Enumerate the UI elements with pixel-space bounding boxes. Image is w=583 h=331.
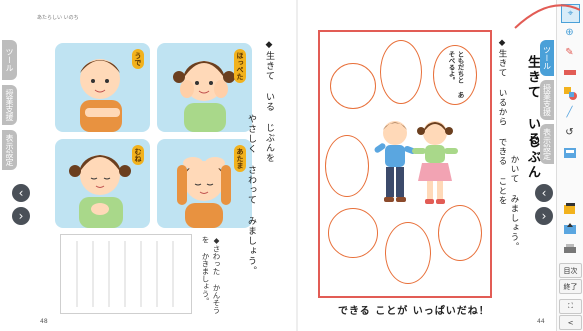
chevron-left-icon: ‹ xyxy=(18,186,24,200)
chevron-left-icon: ‹ xyxy=(541,186,547,200)
pen-icon[interactable]: ✎ xyxy=(561,44,578,61)
prev-page-button-right[interactable]: ‹ xyxy=(535,184,553,202)
annotation-arc xyxy=(514,4,580,29)
tab-lesson-support-left[interactable]: 授業支援 xyxy=(2,85,17,125)
exit-label: 終了 xyxy=(563,282,578,291)
page-number-right: 44 xyxy=(537,318,545,325)
tab-label: 授業支援 xyxy=(5,89,14,121)
tab-label: 授業支援 xyxy=(542,84,552,116)
left-heading-line-2: やさしく さわって みましょう。 xyxy=(246,114,256,276)
body-part-label: むね xyxy=(132,145,144,165)
tab-tools-right[interactable]: ツール xyxy=(540,40,554,76)
contents-label: 目次 xyxy=(563,266,578,275)
card-cheek: ほっぺた xyxy=(157,43,252,132)
tab-tools-left[interactable]: ツール xyxy=(2,40,17,80)
writing-box[interactable] xyxy=(60,234,192,314)
speech-bubble-empty[interactable] xyxy=(325,135,369,197)
shapes-icon[interactable] xyxy=(561,84,578,101)
tab-label: 表示設定 xyxy=(542,128,552,160)
body-part-label: ほっぺた xyxy=(234,49,246,83)
page-gutter xyxy=(296,0,298,331)
body-part-label: うで xyxy=(132,49,144,69)
page-number-left: 48 xyxy=(40,318,48,325)
prev-page-button[interactable]: ‹ xyxy=(12,184,30,202)
instruction-line-1: ◆生きて いるから できる ことを xyxy=(497,38,507,206)
next-page-button-left[interactable]: › xyxy=(12,207,30,225)
speech-bubble-empty[interactable] xyxy=(328,208,378,258)
speech-bubble-empty[interactable] xyxy=(330,63,376,109)
chevron-right-icon: › xyxy=(18,209,24,223)
writing-lines xyxy=(76,241,174,307)
card-head: あたま xyxy=(157,139,252,228)
footer-caption: できる ことが いっぱいだね！ xyxy=(338,306,490,317)
children-illustration xyxy=(374,121,458,204)
next-page-button[interactable]: › xyxy=(535,207,553,225)
print-icon[interactable] xyxy=(561,240,578,257)
card-arm: うで xyxy=(55,43,150,132)
running-title: あたらしい いのち xyxy=(37,15,79,21)
chevron-left-icon: < xyxy=(567,318,574,327)
marker-icon[interactable] xyxy=(561,64,578,81)
speech-bubble-text: ともだちと あそべるよ。 xyxy=(447,51,464,98)
fullscreen-button[interactable]: ⛶ xyxy=(559,299,582,314)
speech-bubble-empty[interactable] xyxy=(385,222,431,284)
chevron-right-icon: › xyxy=(541,209,547,223)
contents-button[interactable]: 目次 xyxy=(559,263,582,278)
speech-bubble-empty[interactable] xyxy=(380,40,422,104)
undo-icon[interactable]: ↺ xyxy=(561,124,578,141)
instruction-line-2: かいて みましょう。 xyxy=(509,155,519,252)
tab-display-settings-left[interactable]: 表示設定 xyxy=(2,130,17,170)
card-chest: むね xyxy=(55,139,150,228)
mask-icon[interactable] xyxy=(561,144,578,161)
tab-label: ツール xyxy=(5,48,14,72)
fullscreen-icon: ⛶ xyxy=(568,302,573,310)
sticky-icon[interactable] xyxy=(561,200,578,217)
tab-label: ツール xyxy=(542,46,552,70)
export-icon[interactable] xyxy=(561,220,578,237)
tab-lesson-support-right[interactable]: 授業支援 xyxy=(540,80,554,120)
tab-label: 表示設定 xyxy=(5,134,14,166)
exit-button[interactable]: 終了 xyxy=(559,279,582,294)
tab-display-settings-right[interactable]: 表示設定 xyxy=(540,124,554,164)
left-heading-line-1: ◆生きて いる じぶんを xyxy=(264,40,274,163)
speech-bubble-filled[interactable]: ともだちと あそべるよ。 xyxy=(433,45,477,105)
note-text: ◆さわった かんそうを かきましょう。 xyxy=(201,236,221,314)
page-back-button[interactable]: < xyxy=(559,315,582,330)
highlighter-icon[interactable]: ╱ xyxy=(561,104,578,121)
